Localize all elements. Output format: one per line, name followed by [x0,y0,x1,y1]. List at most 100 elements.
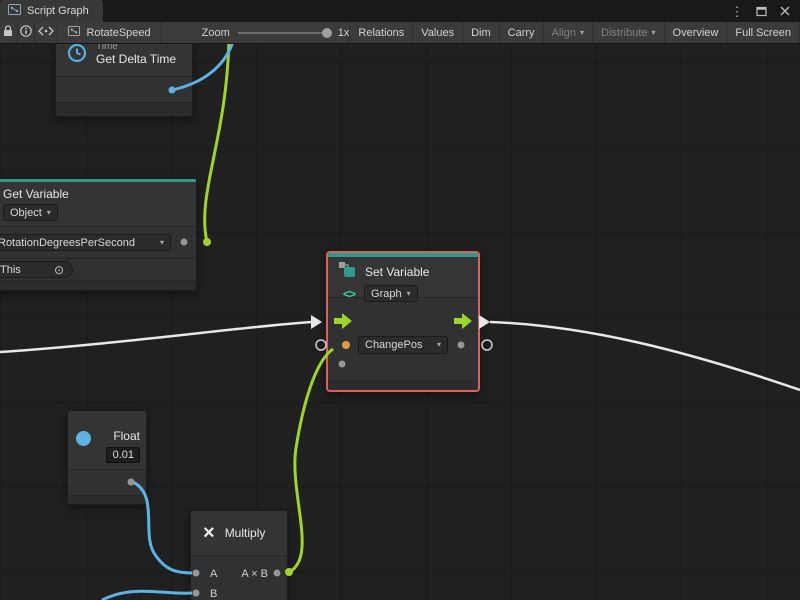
zoom-slider-handle[interactable] [322,28,332,38]
node-title: Get Variable [3,187,69,201]
chevron-down-icon: ▾ [407,290,411,298]
relations-button[interactable]: Relations [349,22,413,43]
port-row [56,76,192,102]
carry-button[interactable]: Carry [500,22,544,43]
zoom-value: 1x [338,27,350,39]
distribute-button[interactable]: Distribute▾ [593,22,664,43]
maximize-icon[interactable] [754,3,768,19]
zoom-slider[interactable] [238,32,330,34]
code-icon [38,26,54,39]
close-icon[interactable] [778,3,792,19]
port-section: ChangePos ▾ [328,297,478,380]
chevron-down-icon: ▾ [160,239,164,247]
set-variable-icon [338,261,358,283]
port-set-variable-input-circle[interactable] [316,340,326,350]
kebab-menu-icon[interactable]: ⋮ [730,3,744,19]
chevron-down-icon: ▾ [47,209,51,217]
variable-name-dropdown[interactable]: RotationDegreesPerSecond ▾ [0,234,171,251]
timer-icon [66,44,88,68]
multiply-icon: × [203,523,215,543]
control-input-arrow[interactable] [311,315,322,329]
graph-name: RotateSpeed [86,27,150,39]
toolbar-buttons: Relations Values Dim Carry Align▾ Distri… [349,22,800,43]
control-output-arrow[interactable] [479,315,490,329]
port-label-a: A [210,568,217,580]
node-category: Time [96,44,176,52]
port-row: B [191,584,287,600]
dim-button[interactable]: Dim [463,22,500,43]
object-value: This [0,264,21,276]
port-section: A A × B B [191,555,287,600]
float-icon [76,431,91,446]
tab-script-graph[interactable]: Script Graph [0,0,103,22]
lock-icon [3,25,13,40]
script-graph-tab-icon [8,4,21,18]
port-set-variable-output-circle[interactable] [482,340,492,350]
object-picker-icon[interactable]: ⊙ [54,264,64,276]
script-graph-icon [68,26,80,39]
node-get-variable[interactable]: Get Variable Object ▾ RotationDegreesPer… [0,178,197,291]
lock-button[interactable] [0,22,18,43]
port-label-b: B [210,588,217,600]
node-title: Set Variable [365,265,429,279]
variable-scope-dropdown[interactable]: Graph ▾ [364,285,418,302]
info-button[interactable] [18,22,36,43]
wire-control-out[interactable] [490,322,800,390]
port-row: A A × B [191,564,287,584]
value-port-row: ChangePos ▾ [328,334,478,356]
node-footer [56,102,192,116]
node-header: Get Variable Object ▾ [0,182,196,226]
node-header: × Multiply [191,511,287,555]
dropdown-value: Object [10,207,42,219]
graph-canvas[interactable]: Time Get Delta Time Get Variable Object … [0,44,800,600]
tab-title: Script Graph [27,5,89,17]
node-header: Set Variable <> Graph ▾ [328,257,478,297]
fallback-object-field[interactable]: This ⊙ [0,261,73,278]
code-view-button[interactable] [35,22,58,43]
node-get-delta-time[interactable]: Time Get Delta Time [55,44,193,117]
dropdown-value: RotationDegreesPerSecond [0,237,135,249]
node-header: Float 0.01 [68,411,146,469]
node-multiply[interactable]: × Multiply A A × B B [190,510,288,600]
variable-name-dropdown[interactable]: ChangePos ▾ [358,336,448,354]
full-screen-button[interactable]: Full Screen [727,22,800,43]
node-title: Float [113,429,140,443]
tab-bar: Script Graph ⋮ [0,0,800,22]
wire-variable-value[interactable] [205,44,229,242]
port-row: This ⊙ [0,258,196,280]
window-controls: ⋮ [730,0,800,22]
float-value-input[interactable]: 0.01 [106,447,140,463]
chevron-down-icon: ▾ [437,341,441,349]
node-footer [328,380,478,390]
node-title: Get Delta Time [96,52,176,66]
node-float[interactable]: Float 0.01 [67,410,147,505]
zoom-label: Zoom [202,27,230,39]
node-footer [0,280,196,290]
info-icon [20,25,32,40]
graph-icon: <> [343,287,355,301]
variable-scope-dropdown[interactable]: Object ▾ [3,204,58,221]
port-row: RotationDegreesPerSecond ▾ [0,226,196,258]
zoom-control: Zoom 1x [202,22,350,43]
node-header: Time Get Delta Time [56,44,192,76]
flow-port-row [328,308,478,334]
chevron-down-icon: ▾ [580,29,584,37]
align-button[interactable]: Align▾ [544,22,593,43]
value-port-row [328,356,478,372]
unity-graph-window: Script Graph ⋮ [0,0,800,600]
values-button[interactable]: Values [413,22,463,43]
graph-toolbar: RotateSpeed Zoom 1x Relations Values Dim… [0,22,800,44]
port-get-variable-output[interactable] [203,238,211,246]
node-set-variable[interactable]: Set Variable <> Graph ▾ ChangePos ▾ [326,251,480,392]
overview-button[interactable]: Overview [665,22,728,43]
chevron-down-icon: ▾ [652,29,656,37]
port-label-result: A × B [241,568,268,580]
breadcrumb[interactable]: RotateSpeed [58,22,161,43]
wire-to-b[interactable] [102,591,192,600]
dropdown-value: Graph [371,288,402,300]
node-title: Multiply [225,526,266,540]
dropdown-value: ChangePos [365,339,423,351]
node-footer [68,495,146,504]
port-row [68,469,146,495]
wire-control-in[interactable] [0,322,311,352]
